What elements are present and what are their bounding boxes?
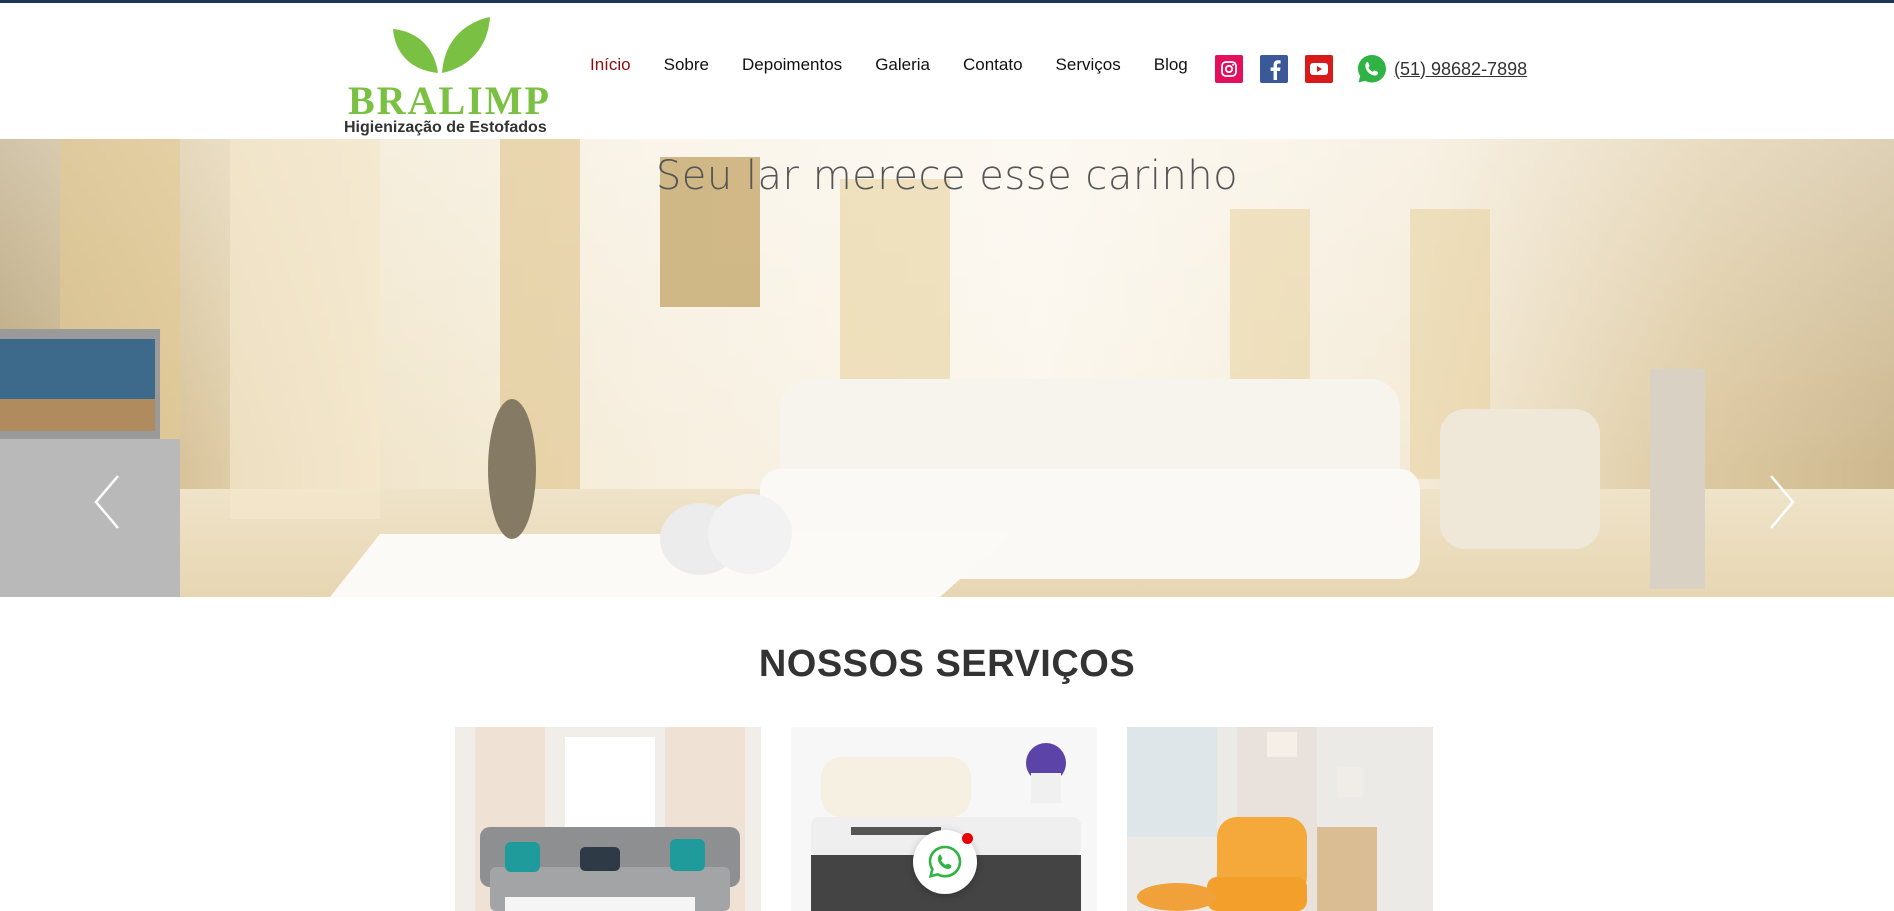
service-card-armchair[interactable] — [1127, 727, 1433, 911]
notification-badge — [962, 833, 973, 844]
brand-tagline: Higienização de Estofados — [344, 119, 547, 136]
hero-slideshow: Seu lar merece esse carinho — [0, 139, 1894, 597]
facebook-icon[interactable] — [1260, 55, 1288, 83]
services-heading: NOSSOS SERVIÇOS — [758, 643, 1136, 685]
nav-blog[interactable]: Blog — [1154, 55, 1188, 75]
nav-galeria[interactable]: Galeria — [875, 55, 930, 75]
brand-name: BRALIMP — [348, 78, 551, 123]
instagram-icon[interactable] — [1215, 55, 1243, 83]
nav-sobre[interactable]: Sobre — [664, 55, 709, 75]
armchair-image — [1127, 727, 1433, 911]
whatsapp-icon — [1358, 55, 1386, 83]
hero-title: Seu lar merece esse carinho — [655, 153, 1239, 199]
leaves-icon — [393, 17, 490, 73]
nav-inicio[interactable]: Início — [590, 55, 631, 75]
nav-servicos[interactable]: Serviços — [1056, 55, 1121, 75]
site-header: BRALIMP Higienização de Estofados Início… — [0, 3, 1894, 139]
youtube-icon[interactable] — [1305, 55, 1333, 83]
sofa-image — [455, 727, 761, 911]
header-whatsapp[interactable]: (51) 98682-7898 — [1356, 53, 1527, 85]
chevron-left-icon[interactable] — [92, 474, 122, 530]
service-card-sofa[interactable] — [455, 727, 761, 911]
chevron-right-icon[interactable] — [1767, 474, 1797, 530]
brand-logo[interactable]: BRALIMP Higienização de Estofados — [340, 15, 549, 140]
social-links — [1215, 55, 1333, 83]
nav-depoimentos[interactable]: Depoimentos — [742, 55, 842, 75]
main-nav: Início Sobre Depoimentos Galeria Contato… — [590, 55, 1221, 75]
nav-contato[interactable]: Contato — [963, 55, 1023, 75]
living-room-image — [0, 139, 1705, 597]
whatsapp-icon — [928, 845, 962, 878]
phone-link[interactable]: (51) 98682-7898 — [1394, 59, 1527, 80]
